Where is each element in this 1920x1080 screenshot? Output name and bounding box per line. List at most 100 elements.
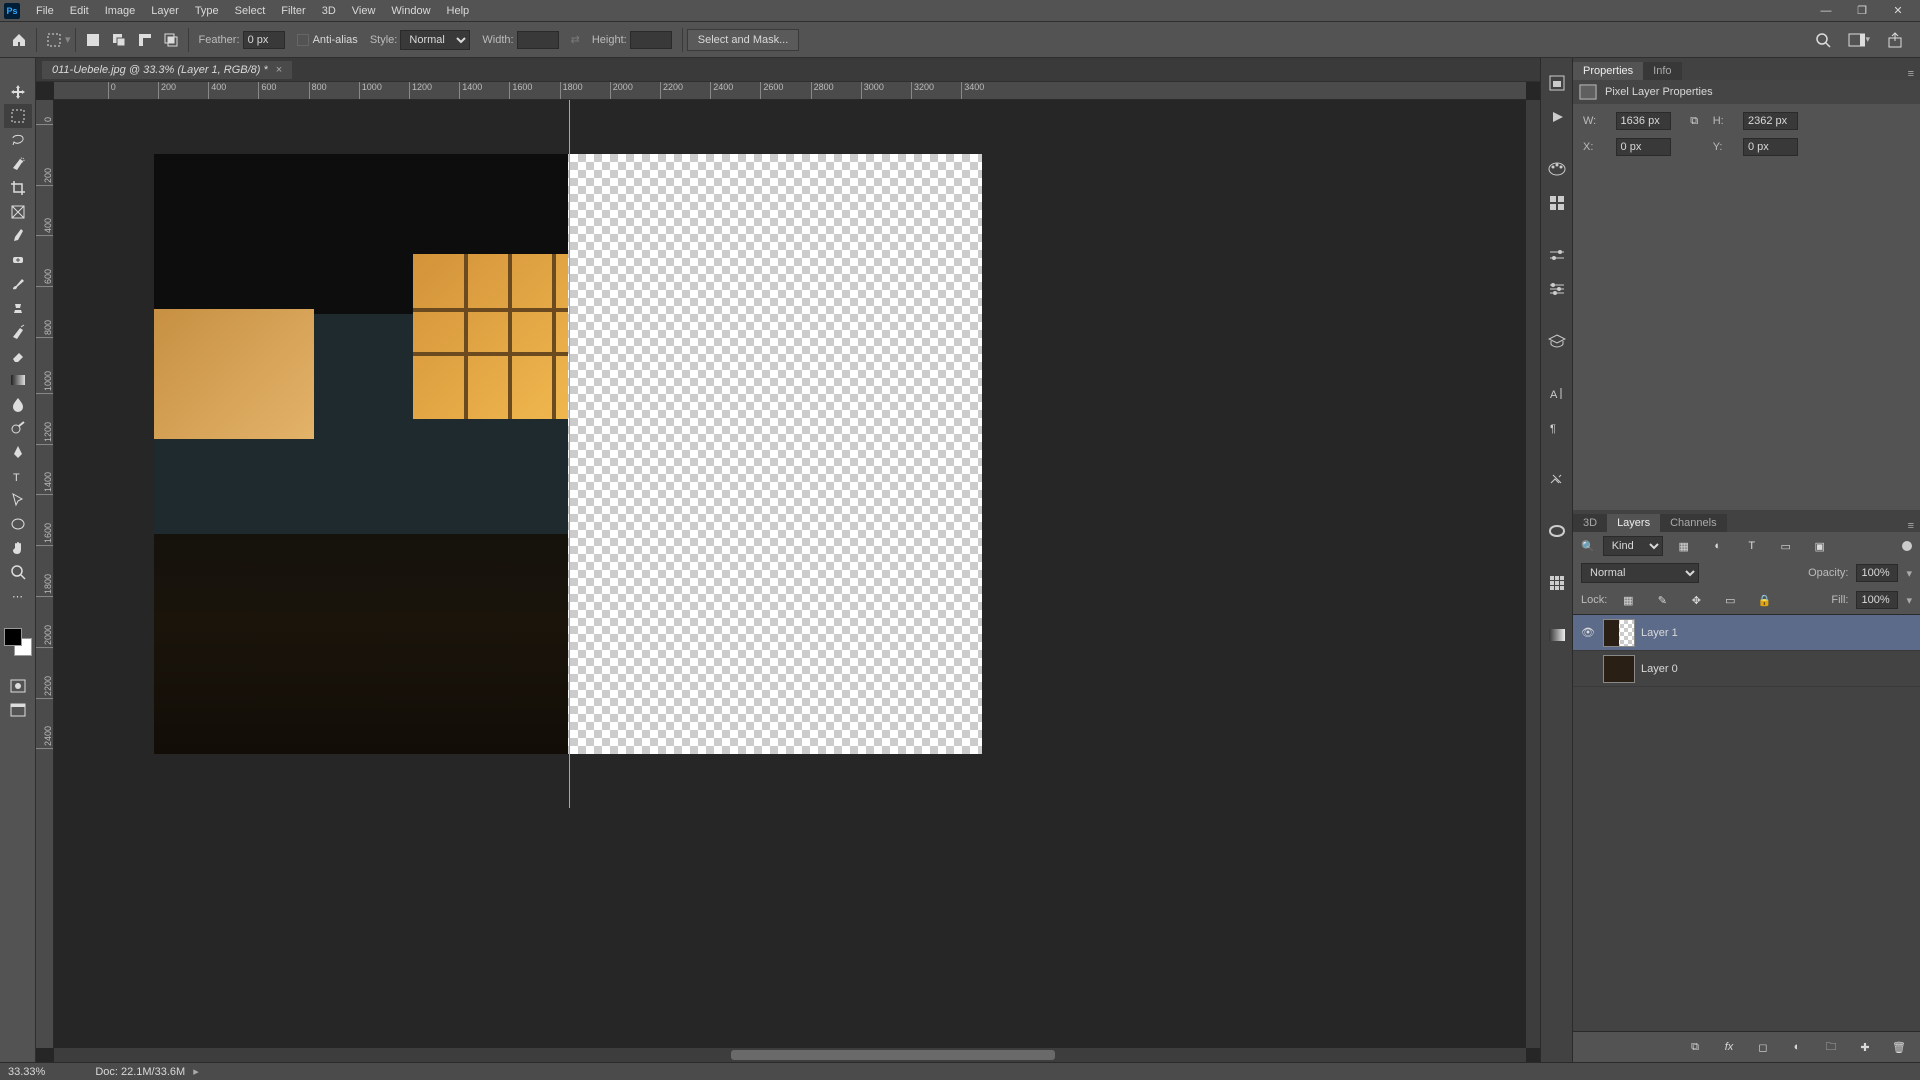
learn-panel-icon[interactable] [1543, 328, 1571, 354]
lock-all-icon[interactable]: 🔒 [1753, 589, 1775, 611]
height-value[interactable] [1743, 112, 1798, 130]
link-layers-icon[interactable]: ⧉ [1684, 1036, 1706, 1058]
menu-window[interactable]: Window [383, 5, 438, 17]
path-selection-tool[interactable] [4, 488, 32, 512]
layer-mask-icon[interactable]: ◻ [1752, 1036, 1774, 1058]
layer-group-icon[interactable]: 🗀 [1820, 1036, 1842, 1058]
vertical-ruler[interactable]: 2000200400600800100012001400160018002000… [36, 100, 54, 1048]
layer-style-icon[interactable]: fx [1718, 1036, 1740, 1058]
history-panel-icon[interactable] [1543, 70, 1571, 96]
layer-filter-kind[interactable]: Kind [1603, 536, 1663, 556]
lock-artboard-icon[interactable]: ▭ [1719, 589, 1741, 611]
actions-panel-icon[interactable] [1543, 104, 1571, 130]
feather-input[interactable] [243, 31, 285, 49]
filter-adjust-icon[interactable]: ◐ [1707, 535, 1729, 557]
adjustment-layer-icon[interactable]: ◐ [1786, 1036, 1808, 1058]
paragraph-panel-icon[interactable]: ¶ [1543, 414, 1571, 440]
zoom-level[interactable]: 33.33% [8, 1066, 45, 1078]
pen-tool[interactable] [4, 440, 32, 464]
tab-info[interactable]: Info [1643, 62, 1681, 80]
toolpresets-panel-icon[interactable] [1543, 466, 1571, 492]
width-value[interactable] [1616, 112, 1671, 130]
y-value[interactable] [1743, 138, 1798, 156]
ellipse-tool[interactable] [4, 512, 32, 536]
menu-select[interactable]: Select [227, 5, 274, 17]
menu-image[interactable]: Image [97, 5, 144, 17]
gradient-tool[interactable] [4, 368, 32, 392]
share-icon[interactable] [1884, 29, 1906, 51]
swatches-panel-icon[interactable] [1543, 190, 1571, 216]
filter-pixel-icon[interactable]: ▦ [1673, 535, 1695, 557]
tab-layers[interactable]: Layers [1607, 514, 1660, 532]
edit-toolbar[interactable]: ⋯ [4, 584, 32, 608]
horizontal-ruler[interactable]: 0200400600800100012001400160018002000220… [54, 82, 1526, 100]
vertical-scrollbar[interactable] [1526, 100, 1540, 1048]
document-canvas[interactable] [154, 154, 982, 754]
layer-thumbnail[interactable] [1603, 619, 1635, 647]
opacity-input[interactable] [1856, 564, 1898, 582]
close-button[interactable]: ✕ [1880, 0, 1916, 22]
styles-panel-icon[interactable] [1543, 276, 1571, 302]
brush-tool[interactable] [4, 272, 32, 296]
blend-mode-select[interactable]: Normal [1581, 563, 1699, 583]
menu-type[interactable]: Type [187, 5, 227, 17]
layer-thumbnail[interactable] [1603, 655, 1635, 683]
layer-row[interactable]: Layer 0 [1573, 651, 1920, 687]
menu-help[interactable]: Help [439, 5, 478, 17]
panel-menu-icon[interactable]: ≡ [1902, 520, 1920, 532]
filter-smart-icon[interactable]: ▣ [1809, 535, 1831, 557]
libraries-panel-icon[interactable] [1543, 518, 1571, 544]
fill-input[interactable] [1856, 591, 1898, 609]
dodge-tool[interactable] [4, 416, 32, 440]
lock-pixels-icon[interactable]: ✎ [1651, 589, 1673, 611]
lock-position-icon[interactable]: ✥ [1685, 589, 1707, 611]
rectangular-marquee-tool[interactable] [4, 104, 32, 128]
lasso-tool[interactable] [4, 128, 32, 152]
marquee-tool-icon[interactable] [43, 29, 65, 51]
filter-toggle[interactable] [1902, 541, 1912, 551]
horizontal-scrollbar[interactable] [54, 1048, 1526, 1062]
frame-tool[interactable] [4, 200, 32, 224]
selection-new-icon[interactable] [82, 29, 104, 51]
hand-tool[interactable] [4, 536, 32, 560]
tab-channels[interactable]: Channels [1660, 514, 1726, 532]
style-select[interactable]: Normal [400, 30, 470, 50]
selection-intersect-icon[interactable] [160, 29, 182, 51]
zoom-tool[interactable] [4, 560, 32, 584]
clone-stamp-tool[interactable] [4, 296, 32, 320]
move-tool[interactable] [4, 80, 32, 104]
crop-tool[interactable] [4, 176, 32, 200]
canvas-viewport[interactable] [54, 100, 1526, 1048]
select-and-mask-button[interactable]: Select and Mask... [687, 29, 800, 51]
eyedropper-tool[interactable] [4, 224, 32, 248]
gradients-panel-icon[interactable] [1543, 622, 1571, 648]
visibility-toggle[interactable]: 👁 [1579, 626, 1597, 639]
menu-layer[interactable]: Layer [143, 5, 187, 17]
healing-brush-tool[interactable] [4, 248, 32, 272]
eraser-tool[interactable] [4, 344, 32, 368]
color-swatches[interactable] [4, 628, 32, 656]
x-value[interactable] [1616, 138, 1671, 156]
close-icon[interactable]: × [276, 64, 282, 76]
maximize-button[interactable]: ❐ [1844, 0, 1880, 22]
patterns-panel-icon[interactable] [1543, 570, 1571, 596]
link-wh-icon[interactable]: ⧉ [1686, 115, 1703, 128]
screen-mode-icon[interactable] [4, 698, 32, 722]
selection-add-icon[interactable] [108, 29, 130, 51]
color-panel-icon[interactable] [1543, 156, 1571, 182]
tab-properties[interactable]: Properties [1573, 62, 1643, 80]
selection-subtract-icon[interactable] [134, 29, 156, 51]
home-icon[interactable] [8, 29, 30, 51]
quick-mask-icon[interactable] [4, 674, 32, 698]
quick-selection-tool[interactable] [4, 152, 32, 176]
character-panel-icon[interactable]: A [1543, 380, 1571, 406]
workspace-icon[interactable]: ▾ [1848, 29, 1870, 51]
filter-type-icon[interactable]: T [1741, 535, 1763, 557]
vertical-guide[interactable] [569, 100, 570, 808]
menu-3d[interactable]: 3D [314, 5, 344, 17]
blur-tool[interactable] [4, 392, 32, 416]
lock-transparency-icon[interactable]: ▦ [1617, 589, 1639, 611]
adjustments-panel-icon[interactable] [1543, 242, 1571, 268]
layer-row[interactable]: 👁 Layer 1 [1573, 615, 1920, 651]
history-brush-tool[interactable] [4, 320, 32, 344]
